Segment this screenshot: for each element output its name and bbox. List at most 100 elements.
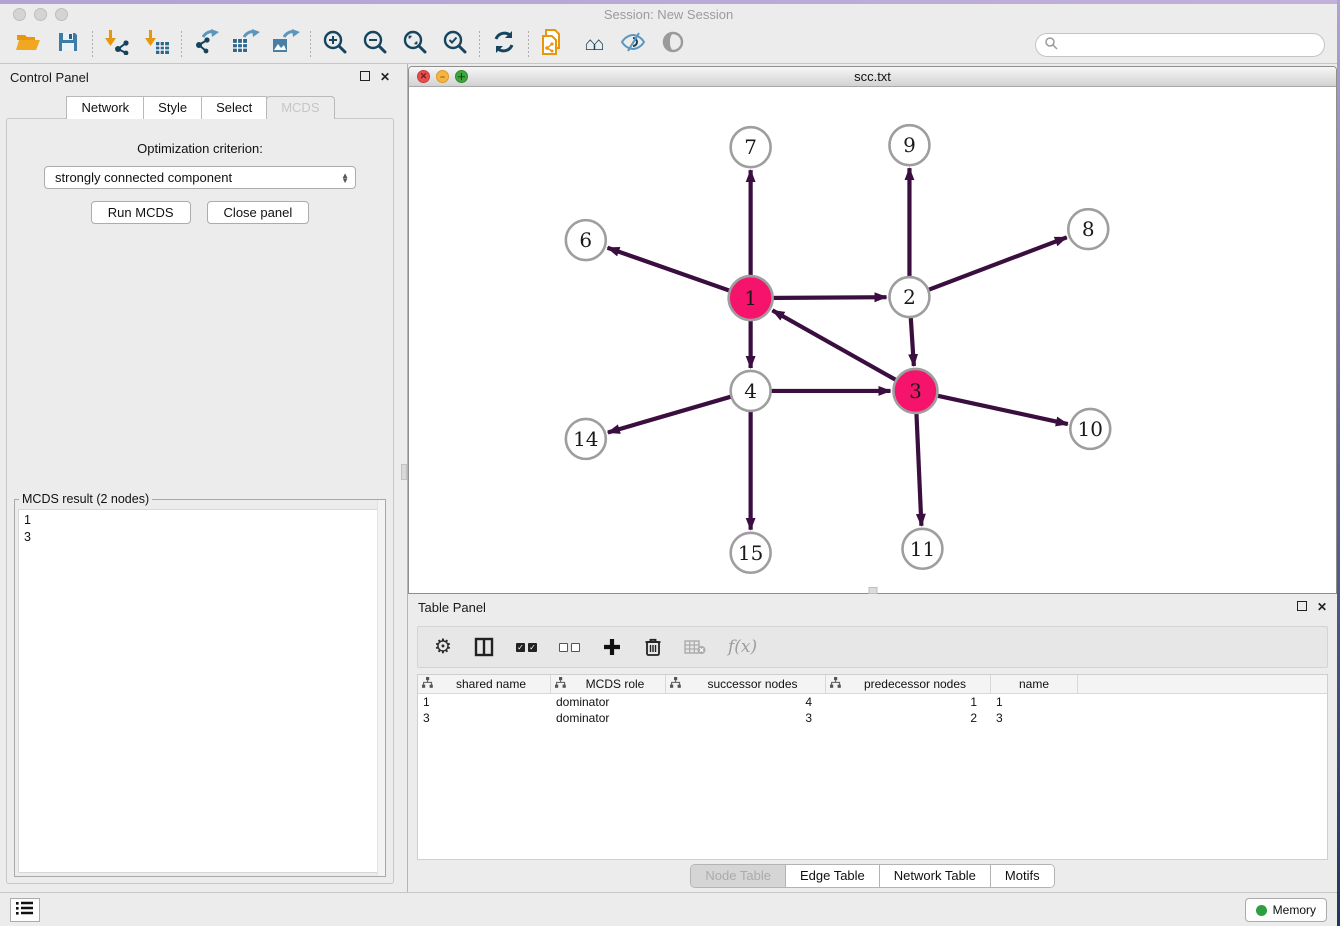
hierarchy-icon [830,677,844,691]
node-label-15: 15 [738,541,763,565]
table-row[interactable]: 3dominator323 [418,710,1327,726]
export-table-icon [232,29,260,60]
criterion-dropdown[interactable]: strongly connected component ▲▼ [44,166,356,189]
node-label-8: 8 [1082,217,1095,241]
node-table[interactable]: shared nameMCDS rolesuccessor nodesprede… [417,674,1328,860]
cell-successor-nodes[interactable]: 4 [666,694,826,710]
cell-shared-name[interactable]: 3 [418,710,551,726]
node-label-1: 1 [744,286,757,310]
tab-style[interactable]: Style [143,96,202,119]
search-input[interactable] [1058,38,1316,52]
table-settings-gear-icon[interactable]: ⚙ [434,637,452,657]
hide-panels-button[interactable] [613,29,653,61]
close-panel-button[interactable]: Close panel [207,201,310,224]
zoom-window-icon[interactable] [55,8,68,21]
cell-successor-nodes[interactable]: 3 [666,710,826,726]
export-table-button[interactable] [226,29,266,61]
column-header-predecessor-nodes[interactable]: predecessor nodes [826,675,991,693]
select-all-columns-icon[interactable]: ✓✓ [516,643,537,652]
node-label-2: 2 [903,285,916,309]
node-label-14: 14 [573,427,598,451]
export-network-icon [193,29,219,60]
column-header-successor-nodes[interactable]: successor nodes [666,675,826,693]
tab-motifs[interactable]: Motifs [991,865,1054,887]
tab-network[interactable]: Network [66,96,144,119]
column-header-name[interactable]: name [991,675,1078,693]
add-column-icon[interactable] [602,637,622,657]
table-panel: Table Panel ✕ ⚙ ✓✓ [408,594,1337,892]
float-table-panel-icon[interactable] [1297,601,1307,613]
cell-MCDS-role[interactable]: dominator [551,710,666,726]
float-panel-icon[interactable] [360,71,370,83]
delete-table-icon [684,639,706,655]
delete-column-trash-icon[interactable] [644,637,662,657]
column-header-shared-name[interactable]: shared name [418,675,551,693]
mcds-result-box: MCDS result (2 nodes) 1 3 [14,499,386,877]
open-session-button[interactable] [8,29,48,61]
cell-predecessor-nodes[interactable]: 1 [826,694,991,710]
show-columns-icon[interactable] [474,637,494,657]
zoom-out-button[interactable] [355,29,395,61]
network-canvas[interactable]: 7968124314101511 [409,87,1336,593]
cell-name[interactable]: 3 [991,710,1078,726]
tab-network-table[interactable]: Network Table [880,865,991,887]
cell-shared-name[interactable]: 1 [418,694,551,710]
tab-mcds[interactable]: MCDS [266,96,334,119]
export-network-button[interactable] [186,29,226,61]
hierarchy-icon [555,677,569,691]
splitter-handle-icon[interactable] [401,464,407,480]
import-network-icon [104,29,130,60]
tab-node-table[interactable]: Node Table [691,865,786,887]
network-window-titlebar[interactable]: ✕ − ＋ scc.txt [409,67,1336,87]
optimization-criterion-label: Optimization criterion: [137,141,263,156]
network-graph[interactable]: 7968124314101511 [409,87,1336,593]
node-label-4: 4 [744,379,757,403]
export-image-button[interactable] [266,29,306,61]
run-mcds-button[interactable]: Run MCDS [91,201,191,224]
sash-handle-icon[interactable] [868,587,877,594]
mcds-result-list[interactable]: 1 3 [18,509,382,873]
network-maximize-icon[interactable]: ＋ [455,70,468,83]
edge-4-14[interactable] [608,391,751,433]
save-session-button[interactable] [48,29,88,61]
cell-name[interactable]: 1 [991,694,1078,710]
edge-3-10[interactable] [915,391,1067,424]
clone-network-button[interactable] [533,29,573,61]
close-panel-icon[interactable]: ✕ [380,71,390,83]
apply-layout-button[interactable] [484,29,524,61]
memory-button[interactable]: Memory [1245,898,1327,922]
network-minimize-icon[interactable]: − [436,70,449,83]
table-row[interactable]: 1dominator411 [418,694,1327,710]
network-view-window: ✕ − ＋ scc.txt 7968124314101511 [408,66,1337,594]
close-table-panel-icon[interactable]: ✕ [1317,601,1327,613]
show-panels-button[interactable] [653,29,693,61]
task-history-button[interactable] [10,898,40,922]
zoom-in-button[interactable] [315,29,355,61]
search-box[interactable] [1035,33,1325,57]
network-close-icon[interactable]: ✕ [417,70,430,83]
minimize-window-icon[interactable] [34,8,47,21]
table-body: 1dominator4113dominator323 [418,694,1327,726]
column-header-MCDS-role[interactable]: MCDS role [551,675,666,693]
import-network-button[interactable] [97,29,137,61]
control-panel: Control Panel ✕ NetworkStyleSelectMCDS O… [0,64,400,892]
panel-splitter[interactable] [400,64,408,892]
function-builder-icon: f(x) [728,637,757,657]
tab-select[interactable]: Select [201,96,267,119]
memory-label: Memory [1273,903,1316,917]
import-table-button[interactable] [137,29,177,61]
table-toolbar: ⚙ ✓✓ f(x) [417,626,1328,668]
network-overview-button[interactable]: ⌂⌂ [573,29,613,61]
zoom-selected-button[interactable] [435,29,475,61]
zoom-fit-button[interactable] [395,29,435,61]
status-bar: Memory [0,892,1337,926]
edge-3-1[interactable] [772,310,915,391]
unselect-all-columns-icon[interactable] [559,643,580,652]
cell-MCDS-role[interactable]: dominator [551,694,666,710]
zoom-out-icon [362,29,388,60]
close-window-icon[interactable] [13,8,26,21]
edge-2-8[interactable] [909,237,1066,297]
cell-predecessor-nodes[interactable]: 2 [826,710,991,726]
result-scrollbar[interactable] [377,500,385,876]
tab-edge-table[interactable]: Edge Table [786,865,880,887]
